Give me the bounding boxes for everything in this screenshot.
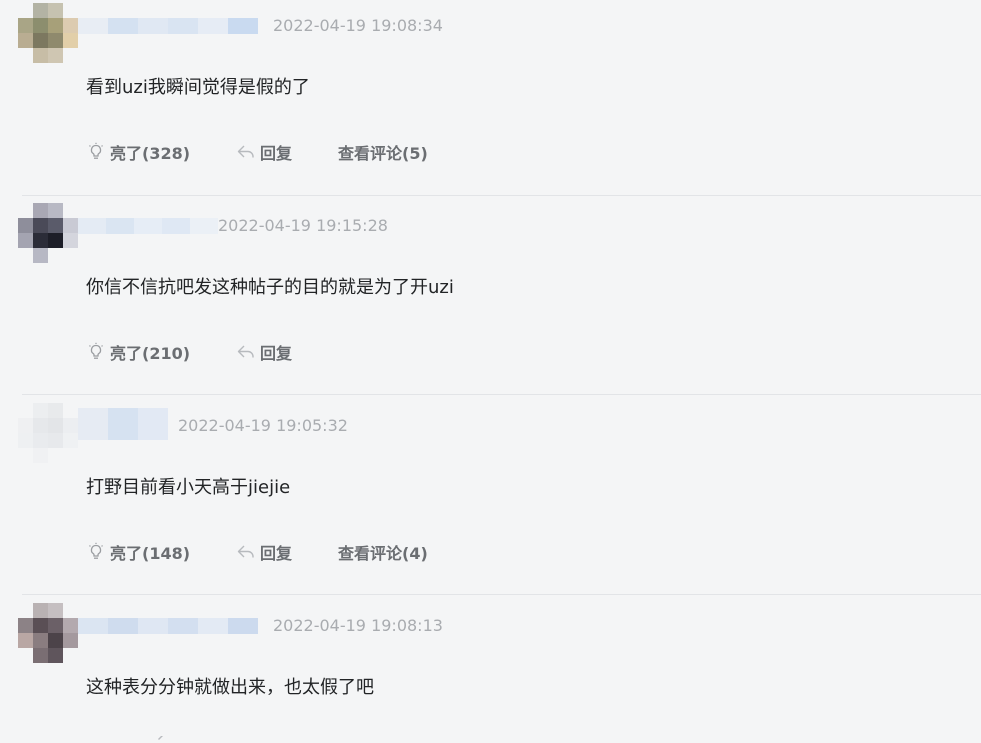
view-replies-label: 查看评论(5) — [338, 144, 428, 163]
view-replies-button[interactable]: 查看评论(4) — [338, 540, 428, 564]
username-blurred[interactable] — [78, 18, 260, 34]
avatar[interactable] — [18, 403, 78, 463]
timestamp: 2022-04-19 19:08:34 — [273, 16, 443, 35]
reply-label: 回复 — [260, 544, 293, 563]
comment-item: 2022-04-19 19:08:34 看到uzi我瞬间觉得是假的了 亮了(32… — [0, 0, 981, 200]
reply-arrow-icon — [237, 545, 254, 558]
username-blurred[interactable] — [78, 408, 168, 440]
comment-item: 2022-04-19 19:05:32 打野目前看小天高于jiejie 亮了(1… — [0, 400, 981, 600]
view-replies-button[interactable]: 查看评论(5) — [338, 140, 428, 164]
like-button[interactable] — [86, 736, 110, 743]
reply-label: 回复 — [260, 144, 293, 163]
view-replies-label: 查看评论(4) — [338, 544, 428, 563]
divider — [22, 195, 981, 196]
comment-text: 你信不信抗吧发这种帖子的目的就是为了开uzi — [86, 277, 454, 298]
avatar[interactable] — [18, 203, 78, 263]
lightbulb-icon — [89, 542, 103, 559]
comment-text: 看到uzi我瞬间觉得是假的了 — [86, 77, 310, 98]
lightbulb-icon — [89, 342, 103, 359]
like-count-label: 亮了(210) — [110, 344, 191, 363]
username-blurred[interactable] — [78, 218, 218, 234]
like-button[interactable]: 亮了(148) — [86, 540, 190, 564]
like-button[interactable]: 亮了(210) — [86, 340, 190, 364]
comment-item: 2022-04-19 19:08:13 这种表分分钟就做出来，也太假了吧 — [0, 600, 981, 743]
timestamp: 2022-04-19 19:08:13 — [273, 616, 443, 635]
reply-button[interactable]: 回复 — [236, 340, 292, 364]
reply-label: 回复 — [260, 344, 293, 363]
like-button[interactable]: 亮了(328) — [86, 140, 190, 164]
lightbulb-icon — [86, 736, 106, 743]
avatar[interactable] — [18, 3, 78, 63]
like-count-label: 亮了(148) — [110, 544, 191, 563]
reply-arrow-icon — [237, 345, 254, 358]
timestamp: 2022-04-19 19:15:28 — [218, 216, 388, 235]
comment-actions — [86, 736, 226, 743]
divider — [22, 594, 981, 595]
divider — [22, 394, 981, 395]
avatar[interactable] — [18, 603, 78, 663]
reply-arrow-icon — [158, 736, 163, 740]
comment-actions: 亮了(148) 回复 查看评论(4) — [86, 540, 474, 564]
reply-button[interactable]: 回复 — [236, 140, 292, 164]
comment-text: 这种表分分钟就做出来，也太假了吧 — [86, 677, 374, 698]
comment-text: 打野目前看小天高于jiejie — [86, 477, 291, 498]
username-blurred[interactable] — [78, 618, 260, 634]
like-count-label: 亮了(328) — [110, 144, 191, 163]
reply-arrow-icon — [237, 145, 254, 158]
comment-actions: 亮了(328) 回复 查看评论(5) — [86, 140, 474, 164]
reply-button[interactable]: 回复 — [236, 540, 292, 564]
lightbulb-icon — [89, 142, 103, 159]
timestamp: 2022-04-19 19:05:32 — [178, 416, 348, 435]
comment-actions: 亮了(210) 回复 — [86, 340, 338, 364]
comment-item: 2022-04-19 19:15:28 你信不信抗吧发这种帖子的目的就是为了开u… — [0, 200, 981, 400]
reply-button[interactable] — [156, 736, 180, 743]
comment-feed: 2022-04-19 19:08:34 看到uzi我瞬间觉得是假的了 亮了(32… — [0, 0, 981, 743]
